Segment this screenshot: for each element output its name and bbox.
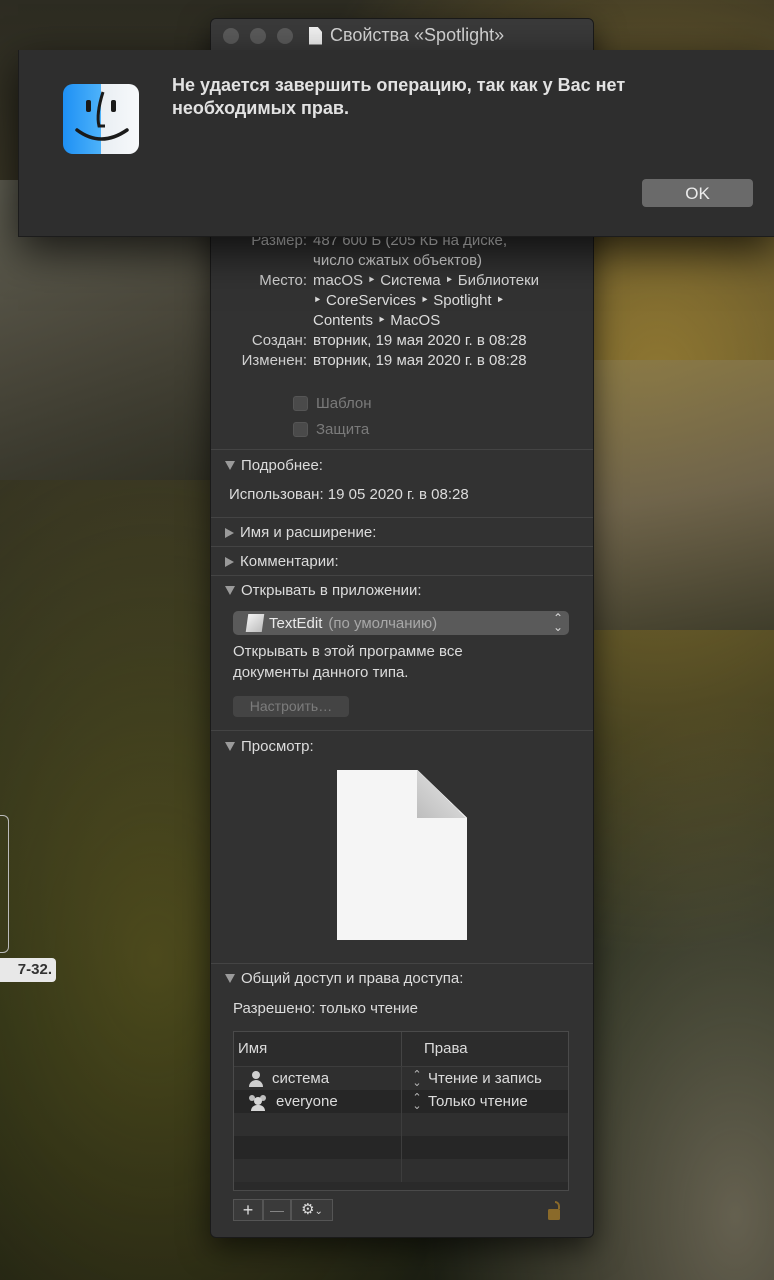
change-all-button[interactable]: Настроить… <box>233 696 349 717</box>
locked-checkbox[interactable] <box>293 422 308 437</box>
privilege-popup[interactable]: ⌃ ⌄ Чтение и запись <box>402 1068 568 1089</box>
gear-icon: ⚙ <box>301 1201 315 1218</box>
group-icon <box>248 1094 268 1111</box>
section-name-extension[interactable]: Имя и расширение: <box>225 524 376 541</box>
created-value: вторник, 19 мая 2020 г. в 08:28 <box>313 332 527 349</box>
table-row <box>234 1136 568 1159</box>
section-comments-label: Комментарии: <box>240 553 339 570</box>
table-row[interactable]: everyone ⌃ ⌄ Только чтение <box>234 1090 568 1113</box>
divider <box>211 517 593 518</box>
lock-icon[interactable] <box>547 1199 563 1221</box>
disclosure-open-icon[interactable] <box>225 461 235 470</box>
where-value-2: ‣ CoreServices ‣ Spotlight ‣ <box>313 292 505 309</box>
row-name: система <box>272 1070 330 1087</box>
open-with-select[interactable]: TextEdit (по умолчанию) ⌃ ⌄ <box>233 611 569 635</box>
section-more-info[interactable]: Подробнее: <box>225 457 323 474</box>
chevron-updown-icon: ⌃ ⌄ <box>412 1068 422 1089</box>
finder-icon <box>63 84 139 154</box>
alert-message: Не удается завершить операцию, так как у… <box>172 74 732 120</box>
where-label: Место: <box>259 272 307 289</box>
modified-value: вторник, 19 мая 2020 г. в 08:28 <box>313 352 527 369</box>
divider <box>211 730 593 731</box>
divider <box>211 449 593 450</box>
disclosure-open-icon[interactable] <box>225 742 235 751</box>
section-sharing[interactable]: Общий доступ и права доступа: <box>225 970 463 987</box>
stationery-label: Шаблон <box>316 395 372 412</box>
locked-label: Защита <box>316 421 370 438</box>
add-button[interactable]: + <box>233 1199 263 1221</box>
close-button[interactable] <box>223 28 239 44</box>
chevron-updown-icon: ⌃ ⌄ <box>412 1091 422 1112</box>
chevron-down-icon: ⌄ <box>314 1206 323 1217</box>
divider <box>211 546 593 547</box>
wallpaper-rock-right <box>592 360 774 630</box>
modified-label: Изменен: <box>241 352 307 369</box>
general-info: Размер: 487 600 Б (205 КБ на диске, число… <box>211 231 593 371</box>
permissions-table[interactable]: Имя Права система ⌃ ⌄ Чтение и запись ev… <box>233 1031 569 1191</box>
row-privilege: Чтение и запись <box>428 1070 542 1087</box>
ok-button[interactable]: OK <box>642 179 753 207</box>
minimize-button[interactable] <box>250 28 266 44</box>
divider <box>211 963 593 964</box>
error-alert: Не удается завершить операцию, так как у… <box>18 50 774 237</box>
disclosure-open-icon[interactable] <box>225 974 235 983</box>
section-preview-label: Просмотр: <box>241 738 314 755</box>
row-privilege: Только чтение <box>428 1093 528 1110</box>
last-opened: Использован: 19 05 2020 г. в 08:28 <box>229 486 469 503</box>
disclosure-closed-icon[interactable] <box>225 556 234 567</box>
window-titlebar[interactable]: Свойства «Spotlight» <box>211 19 593 54</box>
open-with-note-1: Открывать в этой программе все <box>233 643 463 660</box>
desktop-file-label[interactable]: 7-32. <box>0 958 56 982</box>
col-privilege-header[interactable]: Права <box>402 1032 568 1066</box>
user-icon <box>248 1070 264 1087</box>
stationery-checkbox-row[interactable]: Шаблон <box>293 395 372 412</box>
app-name: TextEdit <box>269 614 323 632</box>
size-value-2: число сжатых объектов) <box>313 252 483 269</box>
chevron-updown-icon: ⌃ ⌄ <box>552 611 563 634</box>
sharing-toolbar: + — ⚙⌄ <box>233 1199 333 1221</box>
row-name: everyone <box>276 1093 338 1110</box>
section-more-info-label: Подробнее: <box>241 457 323 474</box>
col-name-header[interactable]: Имя <box>234 1032 402 1066</box>
section-comments[interactable]: Комментарии: <box>225 553 339 570</box>
open-with-note-2: документы данного типа. <box>233 664 409 681</box>
zoom-button[interactable] <box>277 28 293 44</box>
section-name-extension-label: Имя и расширение: <box>240 524 377 541</box>
table-row <box>234 1159 568 1182</box>
privilege-popup[interactable]: ⌃ ⌄ Только чтение <box>402 1091 568 1112</box>
section-open-with-label: Открывать в приложении: <box>241 582 422 599</box>
table-row[interactable]: система ⌃ ⌄ Чтение и запись <box>234 1067 568 1090</box>
sharing-status: Разрешено: только чтение <box>233 1000 418 1017</box>
table-row <box>234 1113 568 1136</box>
textedit-icon <box>245 614 265 632</box>
desktop-item-frame[interactable] <box>0 815 9 953</box>
document-icon <box>309 26 322 45</box>
stationery-checkbox[interactable] <box>293 396 308 411</box>
window-title: Свойства «Spotlight» <box>330 25 505 45</box>
app-default: (по умолчанию) <box>328 614 438 632</box>
file-preview-icon <box>337 770 467 940</box>
disclosure-closed-icon[interactable] <box>225 527 234 538</box>
gear-menu-button[interactable]: ⚙⌄ <box>291 1199 333 1221</box>
disclosure-open-icon[interactable] <box>225 586 235 595</box>
where-value: macOS ‣ Система ‣ Библиотеки <box>313 272 540 289</box>
where-value-3: Contents ‣ MacOS <box>313 312 441 329</box>
section-preview[interactable]: Просмотр: <box>225 738 314 755</box>
divider <box>211 575 593 576</box>
section-sharing-label: Общий доступ и права доступа: <box>241 970 464 987</box>
created-label: Создан: <box>251 332 307 349</box>
locked-checkbox-row[interactable]: Защита <box>293 421 369 438</box>
alert-message-line-1: Не удается завершить операцию, так как у… <box>172 75 626 95</box>
remove-button[interactable]: — <box>263 1199 291 1221</box>
section-open-with[interactable]: Открывать в приложении: <box>225 582 422 599</box>
alert-message-line-2: необходимых прав. <box>172 98 350 118</box>
